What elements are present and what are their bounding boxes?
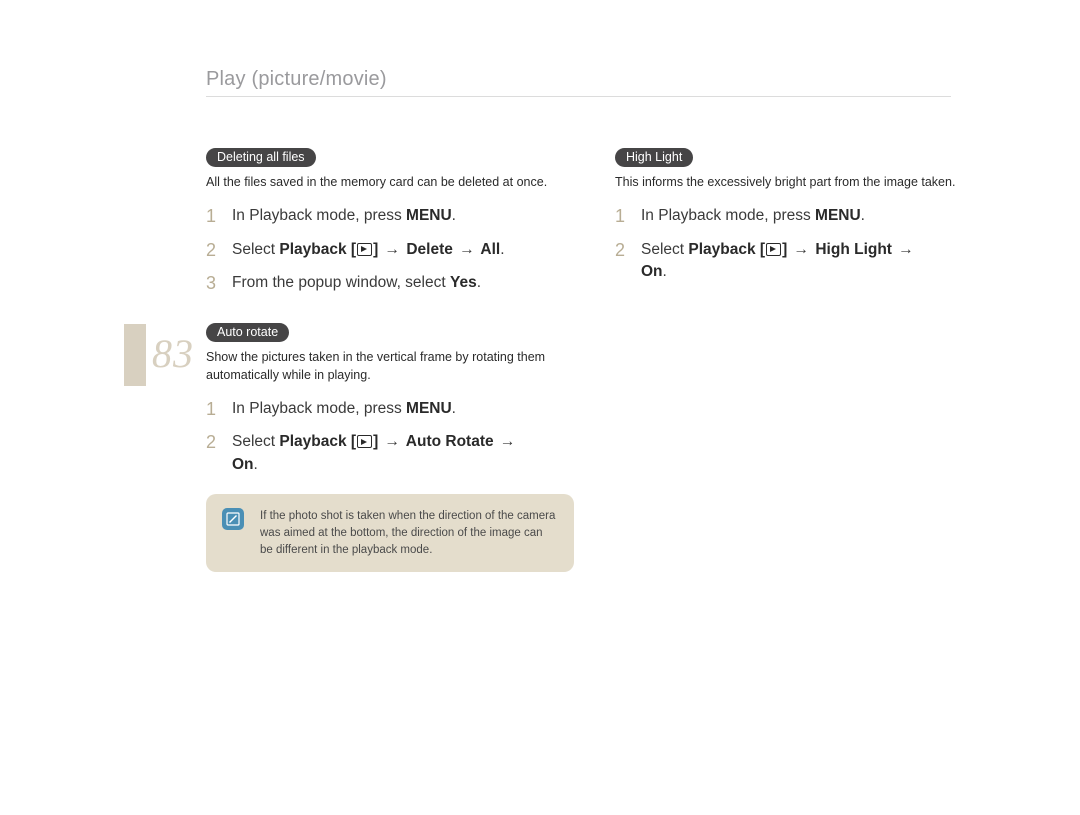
playback-icon [357,435,372,448]
step-text: Select Playback [] → High Light →On. [641,239,983,284]
step-item: 2 Select Playback [] → Delete → All. [206,239,574,262]
manual-page: Play (picture/movie) 83 Deleting all fil… [0,0,1080,815]
note-box: If the photo shot is taken when the dire… [206,494,574,572]
steps-list: 1 In Playback mode, press MENU. 2 Select… [206,205,574,295]
step-item: 1 In Playback mode, press MENU. [206,398,574,421]
playback-icon [357,243,372,256]
section-desc: Show the pictures taken in the vertical … [206,349,574,384]
step-text: Select Playback [] → Auto Rotate →On. [232,431,574,476]
section-pill: High Light [615,148,693,167]
step-number: 2 [615,239,633,262]
side-tab [124,324,146,386]
header-divider [206,96,951,97]
step-item: 2 Select Playback [] → High Light →On. [615,239,983,284]
steps-list: 1 In Playback mode, press MENU. 2 Select… [615,205,983,283]
section-desc: All the files saved in the memory card c… [206,174,574,191]
note-icon [222,508,244,530]
step-text: In Playback mode, press MENU. [232,205,574,227]
section-auto-rotate: Auto rotate Show the pictures taken in t… [206,323,574,476]
page-number: 83 [152,330,194,377]
step-number: 1 [206,205,224,228]
step-number: 2 [206,239,224,262]
playback-icon [766,243,781,256]
step-text: From the popup window, select Yes. [232,272,574,294]
step-number: 1 [615,205,633,228]
page-title: Play (picture/movie) [206,68,387,91]
section-pill: Deleting all files [206,148,316,167]
step-text: In Playback mode, press MENU. [641,205,983,227]
section-desc: This informs the excessively bright part… [615,174,983,191]
step-item: 1 In Playback mode, press MENU. [615,205,983,228]
note-text: If the photo shot is taken when the dire… [260,510,555,555]
section-pill: Auto rotate [206,323,289,342]
step-item: 1 In Playback mode, press MENU. [206,205,574,228]
step-text: In Playback mode, press MENU. [232,398,574,420]
step-number: 1 [206,398,224,421]
step-item: 2 Select Playback [] → Auto Rotate →On. [206,431,574,476]
left-column: Deleting all files All the files saved i… [206,148,574,572]
section-high-light: High Light This informs the excessively … [615,148,983,284]
step-text: Select Playback [] → Delete → All. [232,239,574,261]
step-number: 3 [206,272,224,295]
steps-list: 1 In Playback mode, press MENU. 2 Select… [206,398,574,476]
right-column: High Light This informs the excessively … [615,148,983,312]
step-item: 3 From the popup window, select Yes. [206,272,574,295]
section-deleting-all-files: Deleting all files All the files saved i… [206,148,574,295]
step-number: 2 [206,431,224,454]
